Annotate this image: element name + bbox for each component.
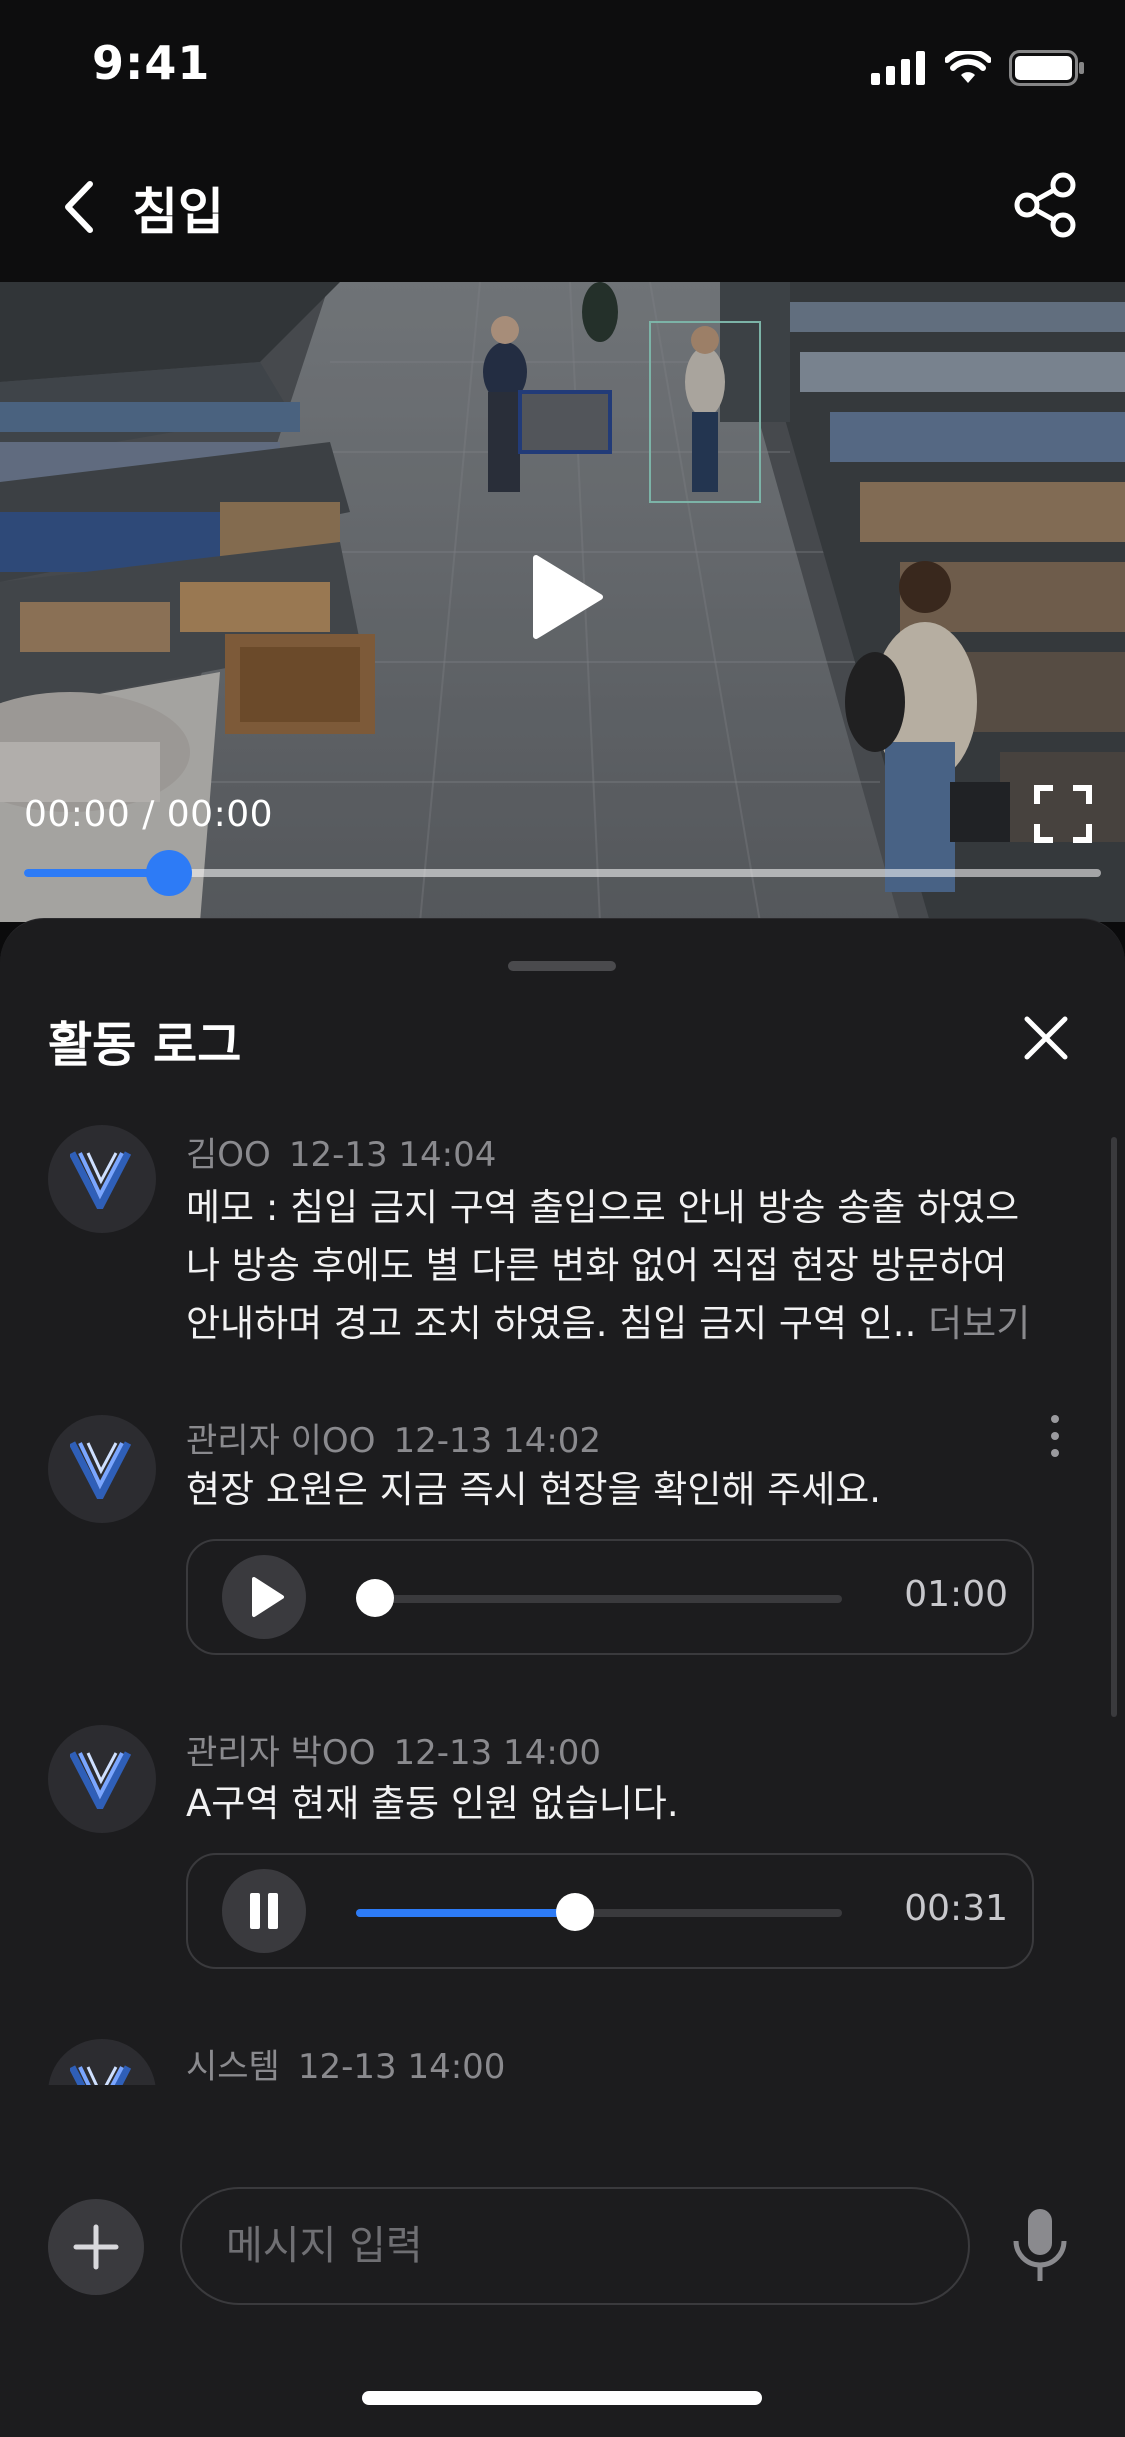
status-icons	[871, 48, 1085, 88]
microphone-icon	[1013, 2209, 1067, 2281]
audio-progress	[356, 1909, 575, 1917]
app-header: 침입	[0, 132, 1125, 282]
log-author: 관리자 이OO	[186, 1421, 376, 1461]
fullscreen-button[interactable]	[1033, 784, 1093, 844]
log-meta: 김OO 12-13 14:04	[186, 1127, 496, 1176]
page-title: 침입	[132, 183, 224, 241]
audio-play-button[interactable]	[222, 1555, 306, 1639]
log-timestamp: 12-13 14:02	[393, 1421, 602, 1461]
share-icon	[1014, 172, 1076, 238]
status-bar: 9:41	[0, 0, 1125, 132]
log-timestamp: 12-13 14:00	[297, 2047, 506, 2085]
play-icon	[252, 1577, 284, 1617]
v-logo-icon	[70, 2065, 132, 2085]
chevron-left-icon	[65, 181, 93, 233]
log-message-text: 현장 요원은 지금 즉시 현장을 확인해 주세요.	[186, 1468, 882, 1511]
activity-log-list[interactable]: 김OO 12-13 14:04 메모 : 침입 금지 구역 출입으로 안내 방송 …	[0, 1119, 1125, 2085]
scroll-indicator	[1111, 1137, 1117, 1717]
add-attachment-button[interactable]	[48, 2199, 144, 2295]
kebab-icon	[1051, 1415, 1059, 1457]
log-entry: 관리자 박OO 12-13 14:00 A구역 현재 출동 인원 없습니다. 00…	[0, 1725, 1125, 2035]
log-timestamp: 12-13 14:00	[393, 1733, 602, 1773]
log-message-text: A구역 현재 출동 인원 없습니다.	[186, 1782, 679, 1825]
sheet-grabber[interactable]	[508, 961, 616, 971]
audio-seek-track[interactable]	[356, 1893, 842, 1931]
log-meta: 관리자 박OO 12-13 14:00	[186, 1725, 601, 1774]
log-message: 메모 : 침입 금지 구역 출입으로 안내 방송 송출 하였으나 방송 후에도 …	[186, 1179, 1046, 1353]
avatar	[48, 2039, 156, 2085]
share-button[interactable]	[1011, 170, 1081, 240]
audio-duration: 00:31	[904, 1888, 1008, 1929]
log-meta: 시스템 12-13 14:00	[186, 2039, 505, 2085]
more-link[interactable]: 더보기	[928, 1302, 1030, 1345]
message-composer	[0, 2167, 1125, 2437]
video-time: 00:00 / 00:00	[24, 794, 274, 835]
message-input[interactable]	[180, 2187, 970, 2305]
log-entry: 시스템 12-13 14:00	[0, 2039, 1125, 2085]
back-button[interactable]	[52, 174, 108, 240]
close-icon	[1024, 1016, 1068, 1060]
avatar	[48, 1125, 156, 1233]
log-author: 관리자 박OO	[186, 1733, 376, 1773]
log-meta: 관리자 이OO 12-13 14:02	[186, 1413, 601, 1462]
audio-seek-track[interactable]	[356, 1579, 842, 1617]
play-icon[interactable]	[530, 552, 606, 642]
close-button[interactable]	[1023, 1015, 1069, 1061]
voice-input-button[interactable]	[1010, 2205, 1070, 2289]
v-logo-icon	[70, 1441, 132, 1499]
log-author: 시스템	[186, 2047, 280, 2085]
fullscreen-icon	[1034, 785, 1092, 843]
audio-pause-button[interactable]	[222, 1869, 306, 1953]
sheet-title: 활동 로그	[48, 1017, 242, 1073]
log-entry: 김OO 12-13 14:04 메모 : 침입 금지 구역 출입으로 안내 방송 …	[0, 1119, 1125, 1409]
audio-player: 01:00	[186, 1539, 1034, 1655]
audio-player: 00:31	[186, 1853, 1034, 1969]
v-logo-icon	[70, 1151, 132, 1209]
activity-log-sheet: 활동 로그 김OO 12-13 14:04 메모 : 침입 금지 구역 출입으로 …	[0, 918, 1125, 2437]
v-logo-icon	[70, 1751, 132, 1809]
log-author: 김OO	[186, 1135, 271, 1175]
more-options-button[interactable]	[1045, 1411, 1065, 1461]
avatar	[48, 1415, 156, 1523]
audio-seek-handle[interactable]	[555, 1893, 594, 1931]
signal-icon	[871, 51, 925, 85]
home-indicator	[362, 2391, 762, 2405]
status-time: 9:41	[92, 36, 211, 90]
log-timestamp: 12-13 14:04	[288, 1135, 497, 1175]
plus-icon	[73, 2224, 119, 2270]
log-message-text: 메모 : 침입 금지 구역 출입으로 안내 방송 송출 하였으나 방송 후에도 …	[186, 1186, 1020, 1345]
video-player[interactable]: 00:00 / 00:00	[0, 282, 1125, 922]
battery-icon	[1009, 50, 1084, 86]
audio-seek-handle[interactable]	[356, 1579, 394, 1617]
wifi-icon	[945, 51, 991, 83]
log-entry: 관리자 이OO 12-13 14:02 현장 요원은 지금 즉시 현장을 확인해 …	[0, 1409, 1125, 1719]
avatar	[48, 1725, 156, 1833]
pause-icon	[250, 1893, 278, 1929]
audio-duration: 01:00	[904, 1574, 1008, 1615]
